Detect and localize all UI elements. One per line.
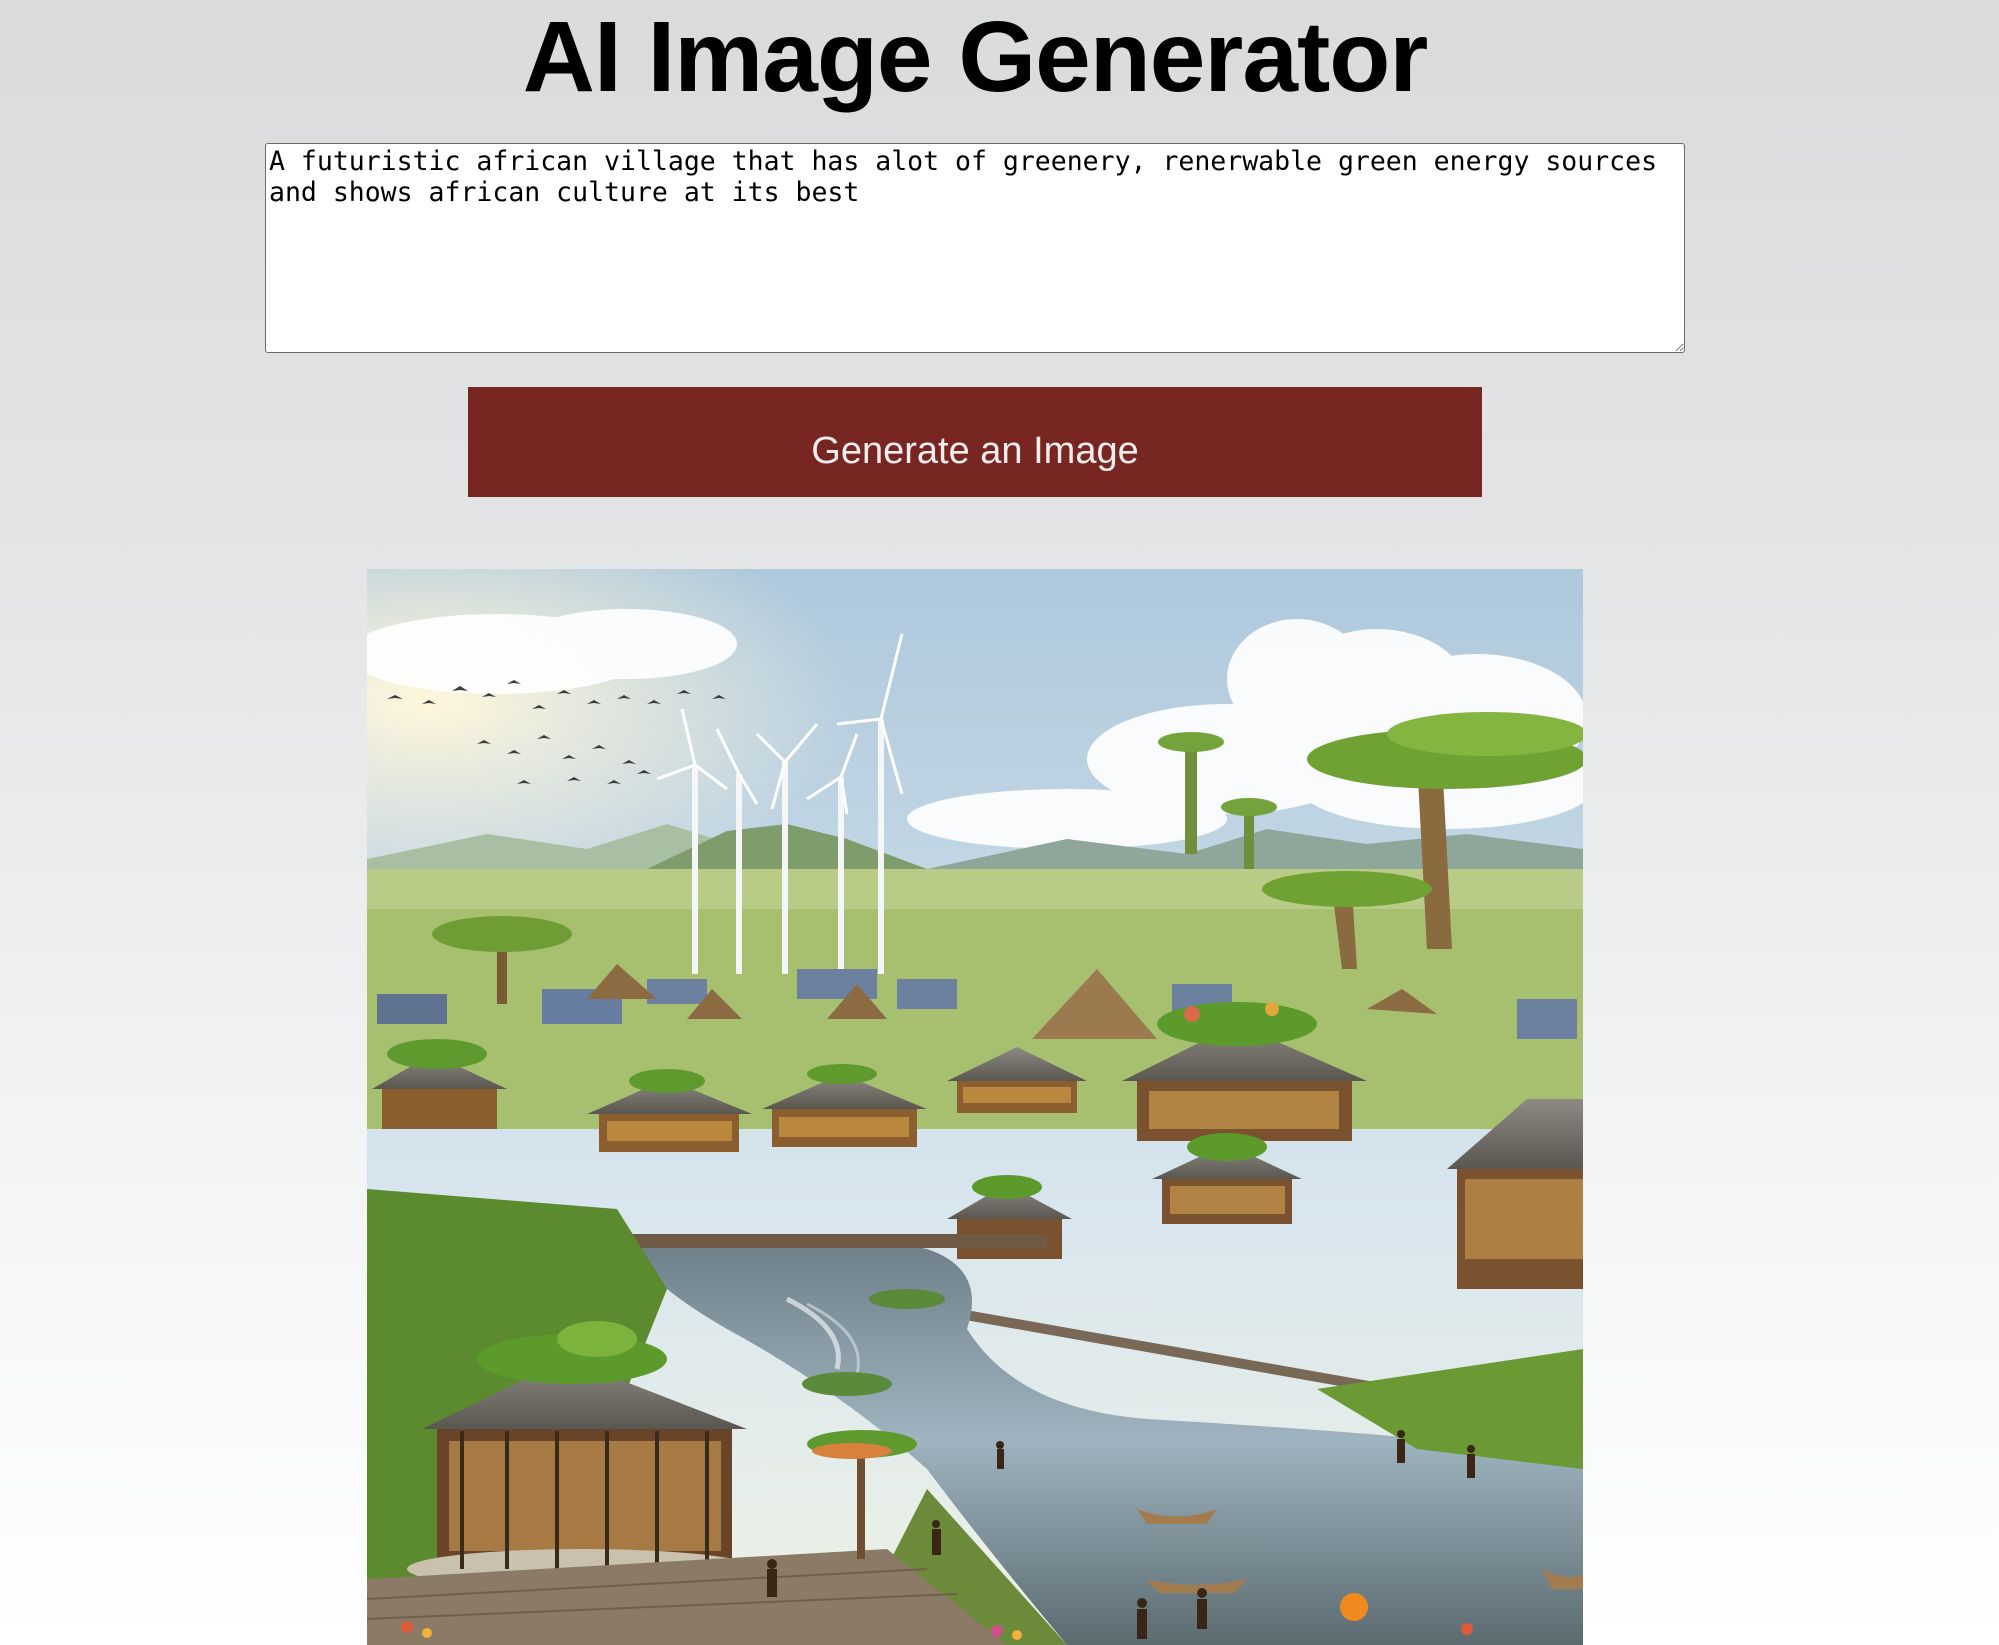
prompt-input[interactable]: A futuristic african village that has al… [265, 143, 1685, 353]
generate-image-button[interactable]: Generate an Image [468, 387, 1482, 497]
generated-image [367, 569, 1583, 1645]
page-title: AI Image Generator [522, 1, 1429, 113]
